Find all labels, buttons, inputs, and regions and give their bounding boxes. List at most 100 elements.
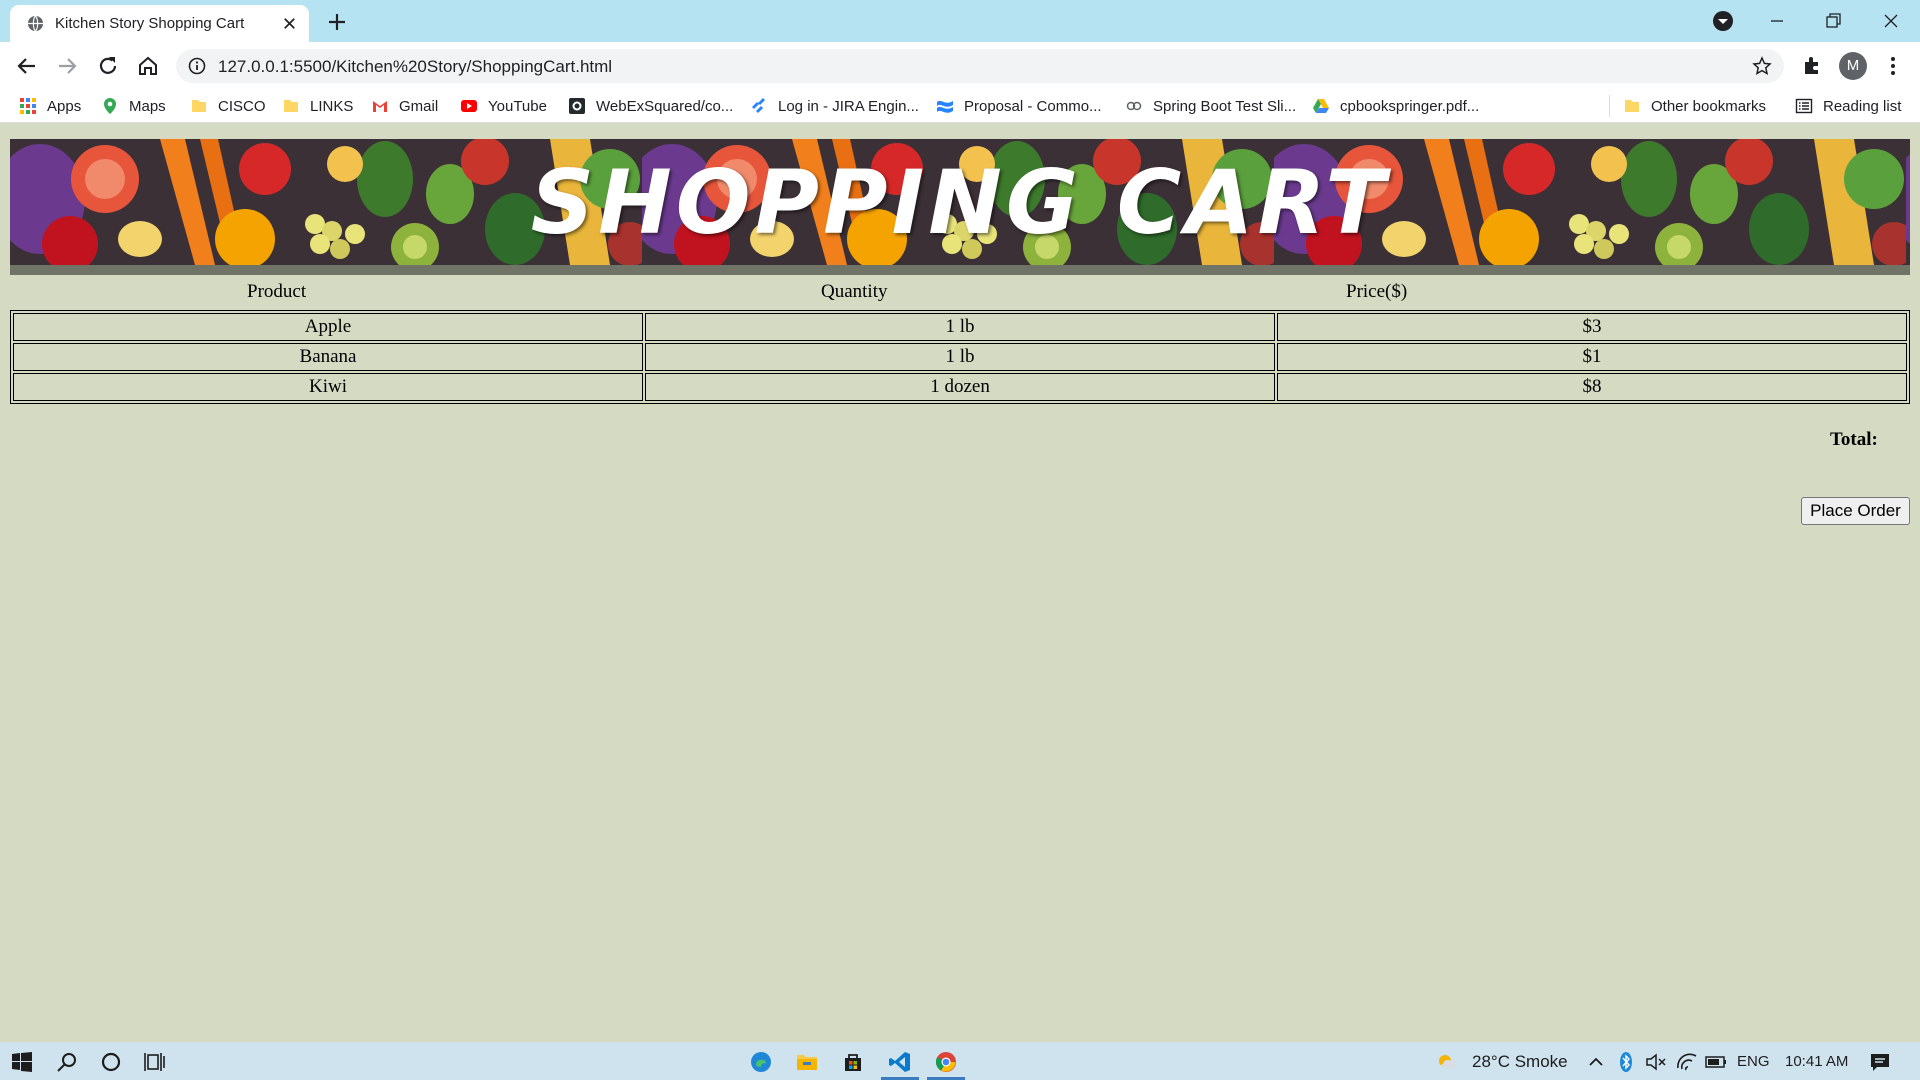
reading-list[interactable]: Reading list: [1795, 96, 1901, 116]
search-icon[interactable]: [55, 1050, 79, 1074]
edge-browser-icon[interactable]: [749, 1050, 773, 1074]
bookmark-spring-boot[interactable]: Spring Boot Test Sli...: [1125, 96, 1296, 116]
notifications-icon[interactable]: [1868, 1050, 1892, 1074]
clock[interactable]: 10:41 AM: [1785, 1053, 1848, 1070]
language-indicator[interactable]: ENG: [1737, 1053, 1770, 1070]
tab-title: Kitchen Story Shopping Cart: [55, 15, 245, 32]
menu-dots-icon[interactable]: [1880, 53, 1906, 79]
cell-price: $1: [1277, 343, 1907, 371]
chevron-up-icon[interactable]: [1584, 1050, 1608, 1074]
windows-start-icon[interactable]: [10, 1050, 34, 1074]
gmail-icon: [373, 101, 387, 112]
column-header-product: Product: [247, 281, 307, 302]
home-icon[interactable]: [134, 52, 162, 80]
cell-product: Banana: [13, 343, 644, 371]
bookmark-maps[interactable]: Maps: [101, 96, 166, 116]
folder-icon: [192, 100, 206, 112]
store-icon[interactable]: [841, 1050, 865, 1074]
new-tab-icon[interactable]: [324, 9, 350, 35]
bookmark-star-icon[interactable]: [1752, 56, 1772, 76]
cell-product: Kiwi: [13, 373, 644, 401]
bookmark-label: Reading list: [1823, 97, 1902, 115]
cell-quantity: 1 lb: [645, 343, 1276, 371]
bookmark-label: YouTube: [488, 97, 547, 115]
table-row: Apple 1 lb $3: [13, 313, 1907, 341]
close-window-icon[interactable]: [1876, 6, 1906, 36]
windows-taskbar: 28°C Smoke ENG 10:41 AM: [0, 1042, 1920, 1080]
folder-icon: [284, 100, 298, 112]
place-order-button[interactable]: Place Order: [1801, 497, 1910, 525]
chrome-icon[interactable]: [934, 1050, 958, 1074]
file-explorer-icon[interactable]: [795, 1050, 819, 1074]
apps-grid-icon: [20, 98, 36, 114]
bookmark-cisco[interactable]: CISCO: [190, 96, 266, 116]
jira-icon: [752, 98, 765, 113]
close-tab-icon[interactable]: [280, 14, 299, 33]
banner: SHOPPING CART: [10, 139, 1910, 265]
bookmark-label: CISCO: [218, 97, 266, 115]
bookmark-cpbookspringer[interactable]: cpbookspringer.pdf...: [1312, 96, 1479, 116]
bookmarks-bar: Apps Maps CISCO LINKS Gmail YouTube WebE…: [0, 89, 1920, 123]
url-text: 127.0.0.1:5500/Kitchen%20Story/ShoppingC…: [218, 57, 613, 76]
bookmarks-divider: [1609, 95, 1610, 117]
google-drive-icon: [1313, 99, 1329, 113]
github-icon: [569, 98, 585, 114]
globe-icon: [27, 15, 44, 32]
cell-product: Apple: [13, 313, 644, 341]
banner-divider: [10, 265, 1910, 275]
vscode-icon[interactable]: [888, 1050, 912, 1074]
site-info-icon[interactable]: [188, 57, 206, 75]
table-row: Kiwi 1 dozen $8: [13, 373, 1907, 401]
link-icon: [1126, 101, 1142, 111]
bookmark-other[interactable]: Other bookmarks: [1623, 96, 1766, 116]
table-row: Banana 1 lb $1: [13, 343, 1907, 371]
profile-avatar[interactable]: M: [1839, 52, 1867, 80]
task-view-icon[interactable]: [144, 1050, 168, 1074]
cell-quantity: 1 lb: [645, 313, 1276, 341]
wifi-icon[interactable]: [1675, 1050, 1699, 1074]
bookmark-label: WebExSquared/co...: [596, 97, 734, 115]
browser-tab[interactable]: Kitchen Story Shopping Cart: [10, 5, 309, 42]
weather-text[interactable]: 28°C Smoke: [1472, 1052, 1568, 1072]
bookmark-label: Proposal - Commo...: [964, 97, 1102, 115]
restore-icon[interactable]: [1818, 6, 1848, 36]
reload-icon[interactable]: [94, 52, 122, 80]
cell-price: $3: [1277, 313, 1907, 341]
bookmark-label: cpbookspringer.pdf...: [1340, 97, 1480, 115]
browser-toolbar: 127.0.0.1:5500/Kitchen%20Story/ShoppingC…: [0, 42, 1920, 89]
forward-icon[interactable]: [53, 52, 81, 80]
extensions-icon[interactable]: [1800, 53, 1826, 79]
back-icon[interactable]: [13, 52, 41, 80]
bookmark-label: Apps: [47, 97, 82, 115]
browser-titlebar: Kitchen Story Shopping Cart: [0, 0, 1920, 42]
minimize-icon[interactable]: [1762, 6, 1792, 36]
bookmark-links[interactable]: LINKS: [282, 96, 353, 116]
weather-icon[interactable]: [1435, 1050, 1459, 1074]
cart-table: Apple 1 lb $3 Banana 1 lb $1 Kiwi 1 doze…: [10, 310, 1910, 404]
bluetooth-icon[interactable]: [1614, 1050, 1638, 1074]
bookmark-label: Maps: [129, 97, 166, 115]
bookmark-label: Other bookmarks: [1651, 97, 1767, 115]
bookmark-jira[interactable]: Log in - JIRA Engin...: [750, 96, 919, 116]
speaker-muted-icon[interactable]: [1644, 1050, 1668, 1074]
cart-column-headers: Product Quantity Price($): [10, 279, 1910, 305]
bookmark-label: Gmail: [399, 97, 439, 115]
cortana-icon[interactable]: [99, 1050, 123, 1074]
reading-list-icon: [1795, 98, 1813, 114]
bookmark-apps[interactable]: Apps: [19, 96, 81, 116]
bookmark-youtube[interactable]: YouTube: [460, 96, 547, 116]
confluence-icon: [937, 100, 953, 113]
bookmark-proposal[interactable]: Proposal - Commo...: [936, 96, 1102, 116]
folder-icon: [1625, 100, 1639, 112]
battery-icon[interactable]: [1704, 1050, 1728, 1074]
youtube-icon: [461, 100, 477, 112]
column-header-quantity: Quantity: [821, 281, 888, 302]
column-header-price: Price($): [1346, 281, 1408, 302]
bookmark-label: Log in - JIRA Engin...: [778, 97, 919, 115]
address-bar[interactable]: 127.0.0.1:5500/Kitchen%20Story/ShoppingC…: [176, 49, 1784, 83]
tab-search-icon[interactable]: [1708, 6, 1738, 36]
bookmark-gmail[interactable]: Gmail: [371, 96, 438, 116]
total-label: Total:: [1830, 429, 1878, 450]
bookmark-webexsquared[interactable]: WebExSquared/co...: [568, 96, 733, 116]
cell-quantity: 1 dozen: [645, 373, 1276, 401]
